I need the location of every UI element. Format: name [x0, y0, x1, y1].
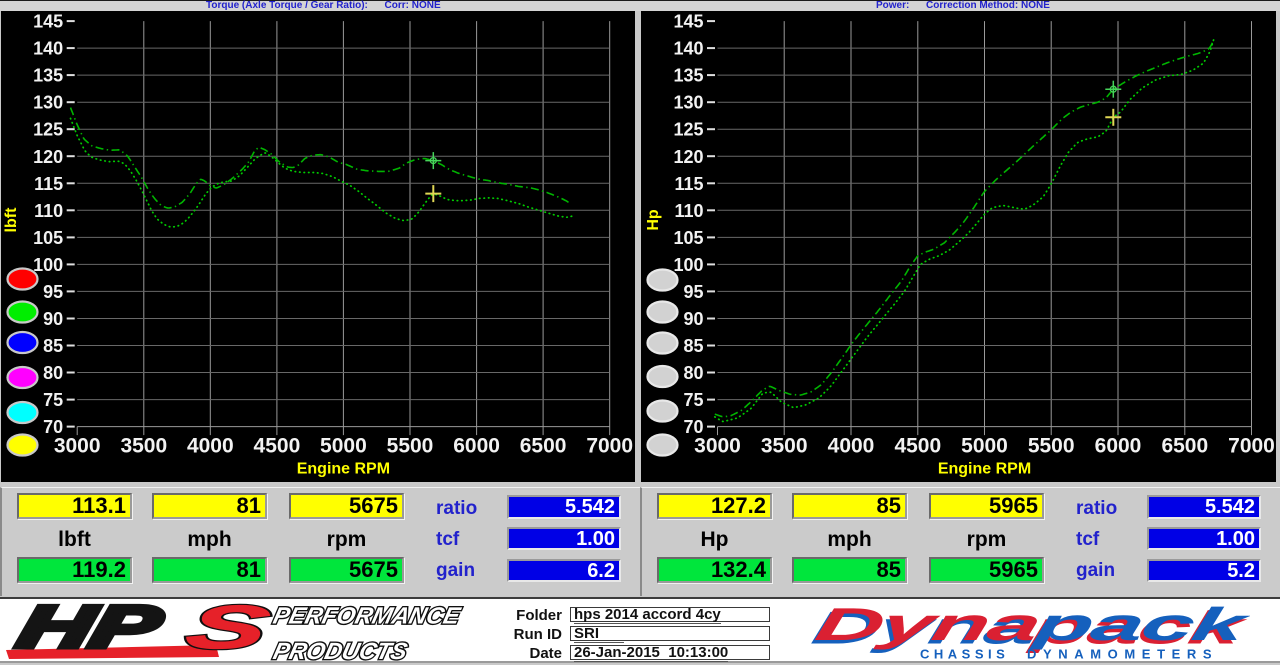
svg-text:120: 120 [33, 147, 63, 167]
svg-text:110: 110 [34, 201, 63, 221]
svg-text:100: 100 [33, 255, 63, 275]
svg-text:145: 145 [673, 12, 703, 32]
svg-text:115: 115 [674, 174, 703, 194]
svg-text:120: 120 [673, 147, 703, 167]
svg-text:135: 135 [673, 66, 703, 86]
svg-text:135: 135 [33, 66, 63, 86]
svg-text:DYNAMOMETERS: DYNAMOMETERS [1027, 647, 1218, 662]
svg-text:4500: 4500 [254, 435, 301, 458]
svg-text:100: 100 [673, 255, 703, 275]
svg-text:130: 130 [33, 93, 63, 113]
svg-text:130: 130 [673, 93, 703, 113]
svg-text:PERFORMANCE: PERFORMANCE [271, 603, 464, 630]
svg-text:140: 140 [33, 39, 63, 59]
svg-text:6500: 6500 [1161, 435, 1208, 458]
svg-text:3000: 3000 [54, 435, 101, 458]
svg-text:75: 75 [683, 390, 703, 410]
svg-text:6000: 6000 [453, 435, 500, 458]
svg-text:Hp: Hp [645, 209, 662, 231]
svg-text:lbft: lbft [3, 207, 20, 233]
svg-text:5000: 5000 [320, 435, 367, 458]
svg-text:4000: 4000 [828, 435, 875, 458]
svg-text:3500: 3500 [120, 435, 167, 458]
svg-text:pack: pack [1028, 599, 1250, 650]
svg-text:PRODUCTS: PRODUCTS [271, 638, 410, 665]
svg-text:80: 80 [683, 363, 703, 383]
svg-text:6000: 6000 [1095, 435, 1142, 458]
svg-text:3000: 3000 [694, 435, 741, 458]
svg-text:145: 145 [33, 12, 63, 32]
svg-text:5500: 5500 [387, 435, 434, 458]
svg-text:75: 75 [43, 390, 63, 410]
svg-text:90: 90 [43, 309, 63, 329]
svg-text:6500: 6500 [520, 435, 567, 458]
svg-text:125: 125 [673, 120, 703, 140]
svg-text:5500: 5500 [1028, 435, 1075, 458]
svg-text:125: 125 [33, 120, 63, 140]
svg-text:S: S [180, 599, 276, 661]
svg-text:7000: 7000 [1228, 435, 1275, 458]
svg-text:5000: 5000 [961, 435, 1008, 458]
svg-text:95: 95 [43, 282, 63, 302]
svg-text:140: 140 [673, 39, 703, 59]
svg-text:HP: HP [12, 599, 169, 660]
svg-text:Engine RPM: Engine RPM [297, 461, 390, 478]
svg-text:95: 95 [683, 282, 703, 302]
svg-text:4000: 4000 [187, 435, 234, 458]
svg-text:105: 105 [33, 228, 63, 248]
svg-text:85: 85 [683, 336, 703, 356]
svg-text:3500: 3500 [761, 435, 808, 458]
svg-text:Engine RPM: Engine RPM [938, 461, 1031, 478]
svg-text:7000: 7000 [586, 435, 633, 458]
svg-text:80: 80 [43, 363, 63, 383]
svg-text:115: 115 [34, 174, 63, 194]
svg-text:Dyna: Dyna [811, 599, 1044, 650]
svg-text:110: 110 [674, 201, 703, 221]
svg-text:4500: 4500 [894, 435, 941, 458]
svg-text:105: 105 [673, 228, 703, 248]
svg-text:85: 85 [43, 336, 63, 356]
svg-text:90: 90 [683, 309, 703, 329]
svg-text:CHASSIS: CHASSIS [920, 647, 1009, 662]
